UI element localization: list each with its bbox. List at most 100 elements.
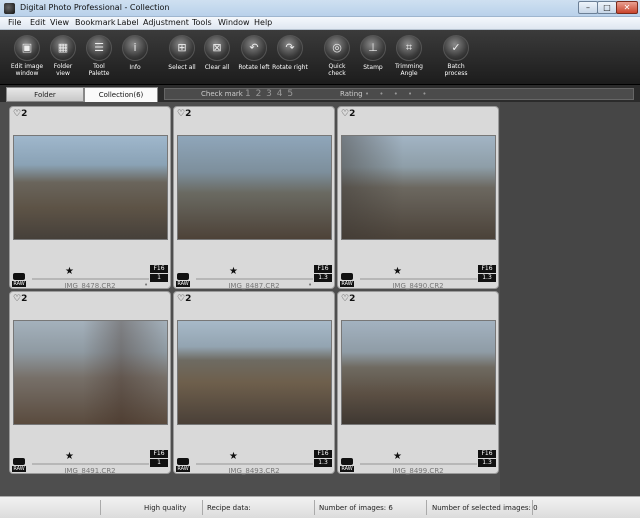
raw-icon: RAW <box>12 281 26 287</box>
check-mark-badge: ♡2 <box>341 109 356 119</box>
thumbnail-card[interactable]: ♡2 ★ F16 1 RAW IMG_8478.CR2 • <box>9 106 171 290</box>
raw-icon: RAW <box>176 466 190 472</box>
clear-all-button[interactable]: ⊠ Clear all <box>198 35 236 83</box>
tool-palette-icon: ☰ <box>86 35 112 61</box>
file-name: IMG_8478.CR2 <box>64 282 116 290</box>
check-mark-badge: ♡2 <box>177 294 192 304</box>
close-button[interactable]: ✕ <box>616 1 638 14</box>
menu-edit[interactable]: Edit <box>30 18 46 27</box>
tab-folder[interactable]: Folder <box>6 87 84 102</box>
photo[interactable] <box>13 320 168 425</box>
thumbnail-card[interactable]: ♡2 ★ F16 1.3 RAW IMG_8493.CR2 <box>173 291 335 475</box>
fstop-badge: F16 <box>314 265 332 273</box>
rating-filter[interactable]: • • • • • <box>365 90 431 98</box>
dot-marker: • <box>308 281 313 289</box>
camera-icon <box>341 273 353 280</box>
check-mark-badge: ♡2 <box>13 109 28 119</box>
fstop-badge: F16 <box>150 450 168 458</box>
menu-help[interactable]: Help <box>254 18 272 27</box>
trimming-icon: ⌗ <box>396 35 422 61</box>
empty-pane <box>500 102 640 496</box>
raw-icon: RAW <box>340 281 354 287</box>
trimming-angle-button[interactable]: ⌗ Trimming Angle <box>390 35 428 83</box>
status-image-count: Number of images: 6 <box>319 504 393 512</box>
menu-window[interactable]: Window <box>218 18 250 27</box>
minimize-button[interactable]: – <box>578 1 598 14</box>
select-all-button[interactable]: ⊞ Select all <box>163 35 201 83</box>
star-icon[interactable]: ★ <box>393 266 402 277</box>
rating-label: Rating <box>340 90 363 98</box>
photo[interactable] <box>177 320 332 425</box>
check-mark-badge: ♡2 <box>13 294 28 304</box>
edit-image-window-button[interactable]: ▣ Edit image window <box>8 35 46 83</box>
stamp-icon: ⊥ <box>360 35 386 61</box>
rating-stripe <box>196 463 313 465</box>
status-separator <box>426 500 427 515</box>
batch-process-button[interactable]: ✓ Batch process <box>437 35 475 83</box>
raw-icon: RAW <box>12 466 26 472</box>
star-icon[interactable]: ★ <box>229 266 238 277</box>
check-mark-badge: ♡2 <box>177 109 192 119</box>
batch-process-icon: ✓ <box>443 35 469 61</box>
photo[interactable] <box>341 135 496 240</box>
tool-palette-button[interactable]: ☰ Tool Palette <box>80 35 118 83</box>
photo[interactable] <box>177 135 332 240</box>
status-separator <box>202 500 203 515</box>
tab-collection[interactable]: Collection(6) <box>84 87 158 102</box>
zoom-badge: 1 <box>150 274 168 282</box>
rating-stripe <box>360 278 477 280</box>
camera-icon <box>13 273 25 280</box>
photo[interactable] <box>341 320 496 425</box>
thumbnail-card[interactable]: ♡2 ★ F16 1.3 RAW IMG_8487.CR2 • <box>173 106 335 290</box>
folder-view-button[interactable]: ▦ Folder view <box>44 35 82 83</box>
clear-all-icon: ⊠ <box>204 35 230 61</box>
zoom-badge: 1.3 <box>314 274 332 282</box>
star-icon[interactable]: ★ <box>65 451 74 462</box>
camera-icon <box>177 273 189 280</box>
check-mark-badge: ♡2 <box>341 294 356 304</box>
status-recipe: Recipe data: <box>207 504 251 512</box>
stamp-button[interactable]: ⊥ Stamp <box>354 35 392 83</box>
menu-tools[interactable]: Tools <box>192 18 212 27</box>
app-icon[interactable] <box>4 3 15 14</box>
rotate-right-button[interactable]: ↷ Rotate right <box>271 35 309 83</box>
select-all-icon: ⊞ <box>169 35 195 61</box>
maximize-button[interactable]: □ <box>597 1 617 14</box>
check-mark-filter[interactable]: 1 2 3 4 5 <box>245 89 294 99</box>
camera-icon <box>341 458 353 465</box>
dot-marker: • <box>144 281 149 289</box>
menu-view[interactable]: View <box>50 18 69 27</box>
thumbnail-card[interactable]: ♡2 ★ F16 1.3 RAW IMG_8499.CR2 <box>337 291 499 475</box>
status-selected-count: Number of selected images: 0 <box>432 504 538 512</box>
menu-file[interactable]: File <box>8 18 21 27</box>
info-button[interactable]: i Info <box>116 35 154 83</box>
file-name: IMG_8490.CR2 <box>392 282 444 290</box>
raw-icon: RAW <box>176 281 190 287</box>
rating-stripe <box>360 463 477 465</box>
rotate-left-button[interactable]: ↶ Rotate left <box>235 35 273 83</box>
fstop-badge: F16 <box>150 265 168 273</box>
rating-stripe <box>32 463 149 465</box>
zoom-badge: 1.3 <box>478 274 496 282</box>
thumbnail-card[interactable]: ♡2 ★ F16 1 RAW IMG_8491.CR2 <box>9 291 171 475</box>
status-separator <box>532 500 533 515</box>
menu-adjustment[interactable]: Adjustment <box>143 18 189 27</box>
fstop-badge: F16 <box>314 450 332 458</box>
menu-bookmark[interactable]: Bookmark <box>75 18 116 27</box>
photo[interactable] <box>13 135 168 240</box>
star-icon[interactable]: ★ <box>393 451 402 462</box>
thumbnail-card[interactable]: ♡2 ★ F16 1.3 RAW IMG_8490.CR2 <box>337 106 499 290</box>
file-name: IMG_8487.CR2 <box>228 282 280 290</box>
quick-check-button[interactable]: ◎ Quick check <box>318 35 356 83</box>
file-name: IMG_8499.CR2 <box>392 467 444 475</box>
status-bar: High quality Recipe data: Number of imag… <box>0 496 640 518</box>
filter-bar: Check mark 1 2 3 4 5 Rating • • • • • <box>164 88 634 100</box>
star-icon[interactable]: ★ <box>229 451 238 462</box>
menu-label[interactable]: Label <box>117 18 139 27</box>
file-name: IMG_8491.CR2 <box>64 467 116 475</box>
camera-icon <box>177 458 189 465</box>
file-name: IMG_8493.CR2 <box>228 467 280 475</box>
star-icon[interactable]: ★ <box>65 266 74 277</box>
raw-icon: RAW <box>340 466 354 472</box>
thumbnail-area: ♡2 ★ F16 1 RAW IMG_8478.CR2 • ♡2 ★ F16 1… <box>0 102 640 496</box>
